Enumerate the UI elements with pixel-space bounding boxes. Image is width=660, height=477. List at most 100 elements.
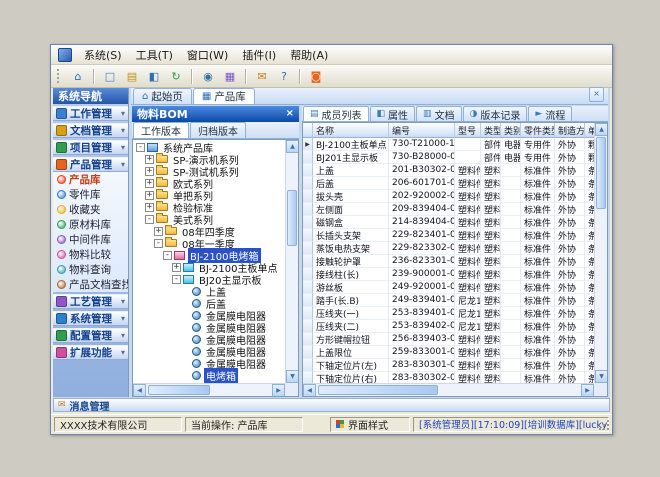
table-row[interactable]: 上盖201-B30302-00E塑料件ABS塑料件标准件外协条 xyxy=(303,164,594,177)
message-icon[interactable]: ✉ xyxy=(252,66,272,86)
menu-item-2[interactable]: 工具(T) xyxy=(129,45,180,65)
tree-vertical-scrollbar[interactable]: ▲ ▼ xyxy=(285,140,298,383)
tree-node[interactable]: 电烤箱 xyxy=(133,369,285,381)
table-hscroll-thumb[interactable] xyxy=(318,385,438,395)
detail-tab-1[interactable]: ▤成员列表 xyxy=(303,106,369,121)
sidebar-item-1[interactable]: 产品库 xyxy=(53,172,128,187)
sidebar-section[interactable]: 配置管理▾ xyxy=(53,328,128,343)
column-header-3[interactable]: 型号 xyxy=(455,123,481,138)
sidebar-item-2[interactable]: 零件库 xyxy=(53,187,128,202)
column-header-1[interactable]: 名称 xyxy=(313,123,389,138)
table-row[interactable]: 后盖206-601701-01E塑料件ABS塑料件标准件外协条 xyxy=(303,177,594,190)
table-row[interactable]: 接触轮护罩236-823301-00E塑料件塑料件标准件外协条 xyxy=(303,255,594,268)
collapse-icon[interactable]: - xyxy=(163,251,172,260)
scroll-down-icon[interactable]: ▼ xyxy=(286,370,299,383)
table-horizontal-scrollbar[interactable]: ◀ ▶ xyxy=(303,383,594,396)
table-row[interactable]: 拔头壳202-920002-01E塑料件塑料件标准件外协条 xyxy=(303,190,594,203)
table-vscroll-thumb[interactable] xyxy=(596,137,606,209)
table-row[interactable]: 长插头支架229-823401-00E塑料件ABS塑料件标准件外协条 xyxy=(303,229,594,242)
sidebar-item-7[interactable]: 物料查询 xyxy=(53,262,128,277)
refresh-icon[interactable]: ↻ xyxy=(166,66,186,86)
collapse-icon[interactable]: - xyxy=(154,239,163,248)
sidebar-section[interactable]: 产品管理▾ xyxy=(53,157,128,172)
sidebar-section[interactable]: 扩展功能▾ xyxy=(53,345,128,360)
table-row[interactable]: 方形键帽拉钮256-839403-00E塑料件塑料件标准件外协条 xyxy=(303,333,594,346)
resize-grip[interactable] xyxy=(607,428,609,430)
menu-item-5[interactable]: 帮助(A) xyxy=(283,45,335,65)
toolbar-gripper[interactable] xyxy=(57,69,62,83)
new-icon[interactable]: □ xyxy=(100,66,120,86)
expand-icon[interactable]: + xyxy=(154,227,163,236)
scroll-up-icon[interactable]: ▲ xyxy=(286,140,299,153)
close-icon[interactable]: × xyxy=(286,109,294,119)
table-vertical-scrollbar[interactable]: ▲ ▼ xyxy=(594,123,607,383)
message-bar[interactable]: ✉ 消息管理 xyxy=(53,398,610,412)
detail-tab-3[interactable]: ▥文档 xyxy=(416,106,462,121)
column-header-5[interactable]: 类别 xyxy=(501,123,521,138)
save-icon[interactable]: ◧ xyxy=(144,66,164,86)
main-tab-1[interactable]: ⌂起始页 xyxy=(133,88,192,104)
help-icon[interactable]: ? xyxy=(274,66,294,86)
sidebar-item-4[interactable]: 原材料库 xyxy=(53,217,128,232)
table-row[interactable]: 下轴定位片(右)283-830302-00E塑料件ABS塑料件标准件外协条 xyxy=(303,372,594,383)
close-tab-icon[interactable]: × xyxy=(589,87,604,102)
table-row[interactable]: 接线柱(长)239-900001-01E塑料件塑料件标准件外协条 xyxy=(303,268,594,281)
bom-tab-2[interactable]: 归档版本 xyxy=(190,122,246,138)
tree-horizontal-scrollbar[interactable]: ◀ ▶ xyxy=(133,383,285,396)
table-row[interactable]: 蒸饭电热支架229-823302-00E塑料件塑料件标准件外协条 xyxy=(303,242,594,255)
sidebar-section[interactable]: 项目管理▾ xyxy=(53,140,128,155)
scroll-right-icon[interactable]: ▶ xyxy=(272,384,285,397)
column-header-7[interactable]: 制造方式 xyxy=(555,123,585,138)
expand-icon[interactable]: + xyxy=(145,155,154,164)
sidebar-item-6[interactable]: 物料比较 xyxy=(53,247,128,262)
column-header-4[interactable]: 类型 xyxy=(481,123,501,138)
scroll-left-icon[interactable]: ◀ xyxy=(303,384,316,397)
open-icon[interactable]: ▤ xyxy=(122,66,142,86)
sidebar-section[interactable]: 系统管理▾ xyxy=(53,311,128,326)
main-tab-2[interactable]: ▦产品库 xyxy=(193,88,255,104)
detail-tab-5[interactable]: ►流程 xyxy=(528,106,572,121)
table-row[interactable]: 上盖限位259-833001-00E塑料件塑料件标准件外协条 xyxy=(303,346,594,359)
grid-icon[interactable]: ▦ xyxy=(220,66,240,86)
sidebar-section[interactable]: 工艺管理▾ xyxy=(53,294,128,309)
scroll-down-icon[interactable]: ▼ xyxy=(595,370,608,383)
exit-icon[interactable]: ◙ xyxy=(306,66,326,86)
table-row[interactable]: 左侧面209-839404-01E塑料件塑料件标准件外协条 xyxy=(303,203,594,216)
sidebar-item-3[interactable]: 收藏夹 xyxy=(53,202,128,217)
detail-tab-2[interactable]: ◧属性 xyxy=(370,106,416,121)
scroll-right-icon[interactable]: ▶ xyxy=(581,384,594,397)
tree-hscroll-thumb[interactable] xyxy=(148,385,210,395)
tree-vscroll-thumb[interactable] xyxy=(287,190,297,246)
sidebar-item-5[interactable]: 中间件库 xyxy=(53,232,128,247)
scroll-up-icon[interactable]: ▲ xyxy=(595,123,608,136)
collapse-icon[interactable]: - xyxy=(145,215,154,224)
scroll-left-icon[interactable]: ◀ xyxy=(133,384,146,397)
expand-icon[interactable]: + xyxy=(145,167,154,176)
sidebar-section[interactable]: 工作管理▾ xyxy=(53,106,128,121)
expand-icon[interactable]: + xyxy=(145,179,154,188)
table-row[interactable]: 下轴定位片(左)283-830301-00E塑料件ABS塑料件标准件外协条 xyxy=(303,359,594,372)
bom-tab-1[interactable]: 工作版本 xyxy=(133,122,189,138)
table-row[interactable]: 磁钢盒214-839404-01E塑料件塑料件标准件外协条 xyxy=(303,216,594,229)
ui-style-cell[interactable]: 界面样式 xyxy=(330,417,410,432)
sidebar-section[interactable]: 文档管理▾ xyxy=(53,123,128,138)
expand-icon[interactable]: + xyxy=(172,263,181,272)
search-icon[interactable]: ◉ xyxy=(198,66,218,86)
table-row[interactable]: 压线夹(一)253-839401-00E尼龙1010塑料件标准件外协条 xyxy=(303,307,594,320)
table-row[interactable]: BJ201主显示板730-B28000-04E部件电器板专用件外协颗 xyxy=(303,151,594,164)
collapse-icon[interactable]: - xyxy=(136,143,145,152)
table-row[interactable]: 游丝板249-920001-01E塑料件塑料件标准件外协条 xyxy=(303,281,594,294)
column-header-6[interactable]: 零件类型 xyxy=(521,123,555,138)
menu-item-4[interactable]: 插件(I) xyxy=(235,45,283,65)
sidebar-item-8[interactable]: 产品文档查找 xyxy=(53,277,128,292)
table-row[interactable]: ▶BJ-2100主板单点730-T21000-12E部件电器板专用件外协颗 xyxy=(303,138,594,151)
column-header-8[interactable]: 单位 xyxy=(585,123,594,138)
table-row[interactable]: 压线夹(二)253-839402-00E尼龙1010塑料件标准件外协条 xyxy=(303,320,594,333)
column-header-2[interactable]: 编号 xyxy=(389,123,455,138)
table-row[interactable]: 踏手(长.B)249-839401-01E尼龙1010塑料件标准件外协条 xyxy=(303,294,594,307)
detail-tab-4[interactable]: ◑版本记录 xyxy=(463,106,528,121)
menu-item-1[interactable]: 系统(S) xyxy=(77,45,129,65)
expand-icon[interactable]: + xyxy=(145,191,154,200)
menu-item-3[interactable]: 窗口(W) xyxy=(180,45,235,65)
system-icon[interactable]: ⌂ xyxy=(68,66,88,86)
